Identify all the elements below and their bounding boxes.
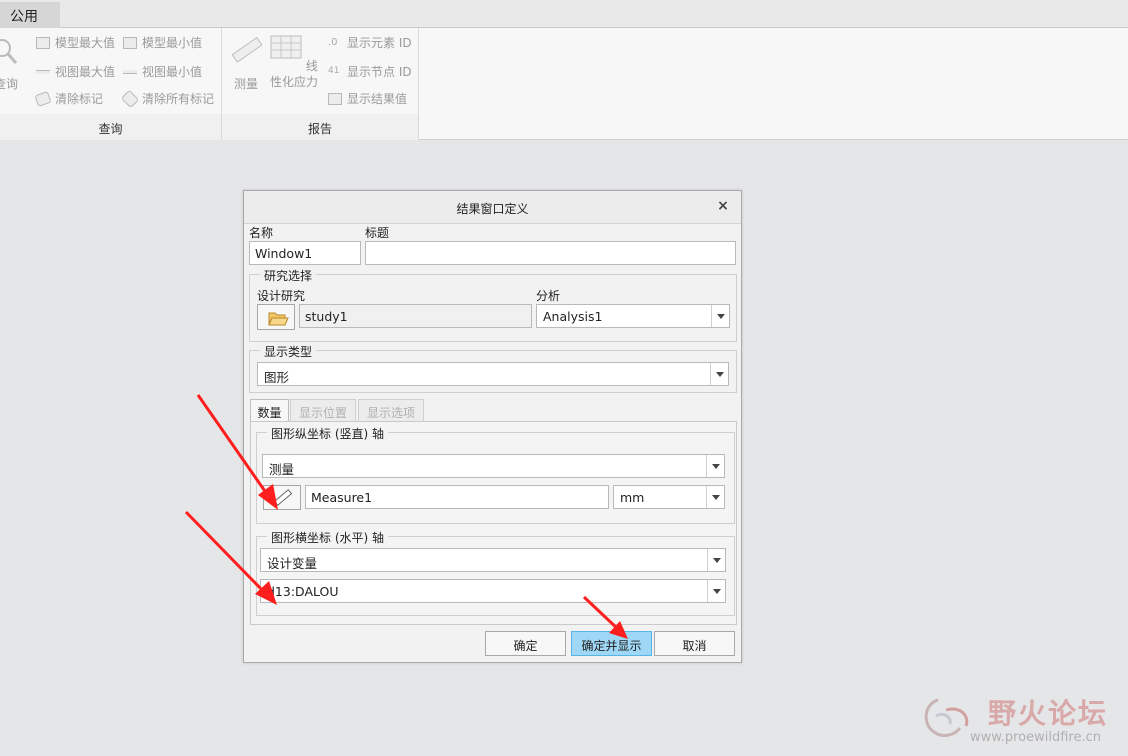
design-study-field[interactable]: study1	[299, 304, 532, 328]
close-icon[interactable]: ×	[715, 198, 731, 214]
y-quantity-value: 测量	[269, 462, 295, 477]
tab-display-options[interactable]: 显示选项	[358, 399, 424, 422]
ruler-icon	[273, 489, 293, 506]
watermark-logo	[924, 698, 969, 737]
display-type-select[interactable]: 图形	[257, 362, 729, 386]
tab-quantity[interactable]: 数量	[250, 399, 289, 422]
show-result-value-button[interactable]: 显示结果值	[328, 90, 407, 107]
x-variable-value: d13:DALOU	[267, 584, 339, 599]
ribbon-tab-strip: 公用	[0, 0, 1128, 28]
chevron-down-icon	[706, 455, 724, 477]
measure-name-field[interactable]: Measure1	[305, 485, 609, 509]
analysis-select[interactable]: Analysis1	[536, 304, 730, 328]
name-label: 名称	[249, 226, 274, 240]
view-max-button[interactable]: 视图最大值	[36, 63, 115, 80]
watermark: 野火论坛 www.proewildfire.cn	[918, 690, 1124, 752]
query-group: 查询 模型最大值 模型最小值 视图最大值 视图最小值 清除标记 清除所有标记 查…	[0, 28, 222, 140]
clear-marks-button[interactable]: 清除标记	[34, 90, 103, 107]
model-min-button[interactable]: 模型最小值	[123, 34, 202, 51]
ribbon: 查询 模型最大值 模型最小值 视图最大值 视图最小值 清除标记 清除所有标记 查…	[0, 28, 1128, 140]
model-max-button[interactable]: 模型最大值	[36, 34, 115, 51]
folder-open-icon	[268, 312, 289, 326]
analysis-label: 分析	[536, 289, 561, 303]
dialog-title: 结果窗口定义	[244, 191, 741, 224]
tab-common[interactable]: 公用	[0, 2, 60, 28]
y-quantity-select[interactable]: 测量	[262, 454, 725, 478]
view-min-button[interactable]: 视图最小值	[123, 63, 202, 80]
view-min-icon	[123, 69, 137, 74]
chevron-down-icon	[707, 580, 725, 602]
show-node-id-button[interactable]: 41 显示节点 ID	[328, 63, 412, 80]
linearize-stress-button[interactable]: 线性化应力	[268, 34, 320, 90]
display-type-legend: 显示类型	[260, 343, 317, 360]
study-selection-legend: 研究选择	[260, 267, 317, 284]
name-field[interactable]: Window1	[249, 241, 361, 265]
x-axis-group: 图形横坐标 (水平) 轴 设计变量 d13:DALOU	[256, 529, 735, 616]
tab-display-location[interactable]: 显示位置	[290, 399, 356, 422]
table-icon	[270, 35, 302, 59]
unit-value: mm	[620, 490, 645, 505]
open-study-button[interactable]	[257, 304, 295, 330]
chevron-down-icon	[711, 305, 729, 327]
analysis-value: Analysis1	[543, 309, 603, 324]
chevron-down-icon	[706, 486, 724, 508]
display-type-value: 图形	[264, 370, 290, 385]
display-type-group: 显示类型 图形	[249, 343, 737, 393]
measure-define-button[interactable]	[263, 485, 301, 510]
x-axis-legend: 图形横坐标 (水平) 轴	[267, 529, 388, 546]
model-min-icon	[123, 36, 137, 49]
unit-select[interactable]: mm	[613, 485, 725, 509]
eraser-all-icon	[120, 89, 140, 108]
y-axis-legend: 图形纵坐标 (竖直) 轴	[267, 425, 388, 442]
query-icon	[0, 39, 18, 64]
watermark-url: www.proewildfire.cn	[970, 730, 1101, 745]
element-id-icon: .0	[328, 36, 338, 48]
title-label: 标题	[365, 226, 390, 240]
cancel-button[interactable]: 取消	[654, 631, 735, 656]
title-field[interactable]	[365, 241, 736, 265]
chevron-down-icon	[710, 363, 728, 385]
x-type-select[interactable]: 设计变量	[260, 548, 726, 572]
eraser-icon	[34, 90, 52, 107]
ruler-icon	[231, 36, 263, 63]
report-group: 测量 线性化应力 .0 显示元素 ID 41 显示节点 ID 显示结果值 报告	[222, 28, 419, 140]
design-study-label: 设计研究	[257, 289, 306, 303]
view-max-icon	[36, 69, 50, 74]
result-window-dialog: 结果窗口定义 × 名称 Window1 标题 研究选择 设计研究 study1 …	[243, 190, 742, 663]
query-button[interactable]: 查询	[0, 36, 26, 92]
chevron-down-icon	[707, 549, 725, 571]
show-element-id-button[interactable]: .0 显示元素 ID	[328, 34, 412, 51]
x-variable-select[interactable]: d13:DALOU	[260, 579, 726, 603]
model-max-icon	[36, 36, 50, 49]
clear-all-marks-button[interactable]: 清除所有标记	[120, 89, 214, 108]
query-group-label: 查询	[0, 114, 221, 140]
quantity-panel: 图形纵坐标 (竖直) 轴 测量 Measure1 mm 图形横坐标 (水平) 轴…	[250, 421, 737, 625]
node-id-icon: 41	[328, 65, 340, 76]
result-value-icon	[328, 92, 342, 105]
y-axis-group: 图形纵坐标 (竖直) 轴 测量 Measure1 mm	[256, 425, 735, 524]
measure-button[interactable]: 测量	[228, 34, 264, 92]
ok-button[interactable]: 确定	[485, 631, 566, 656]
ok-and-show-button[interactable]: 确定并显示	[571, 631, 652, 656]
report-group-label: 报告	[222, 114, 418, 140]
x-type-value: 设计变量	[267, 556, 318, 571]
study-selection-group: 研究选择 设计研究 study1 分析 Analysis1	[249, 267, 737, 342]
watermark-name: 野火论坛	[988, 697, 1109, 730]
